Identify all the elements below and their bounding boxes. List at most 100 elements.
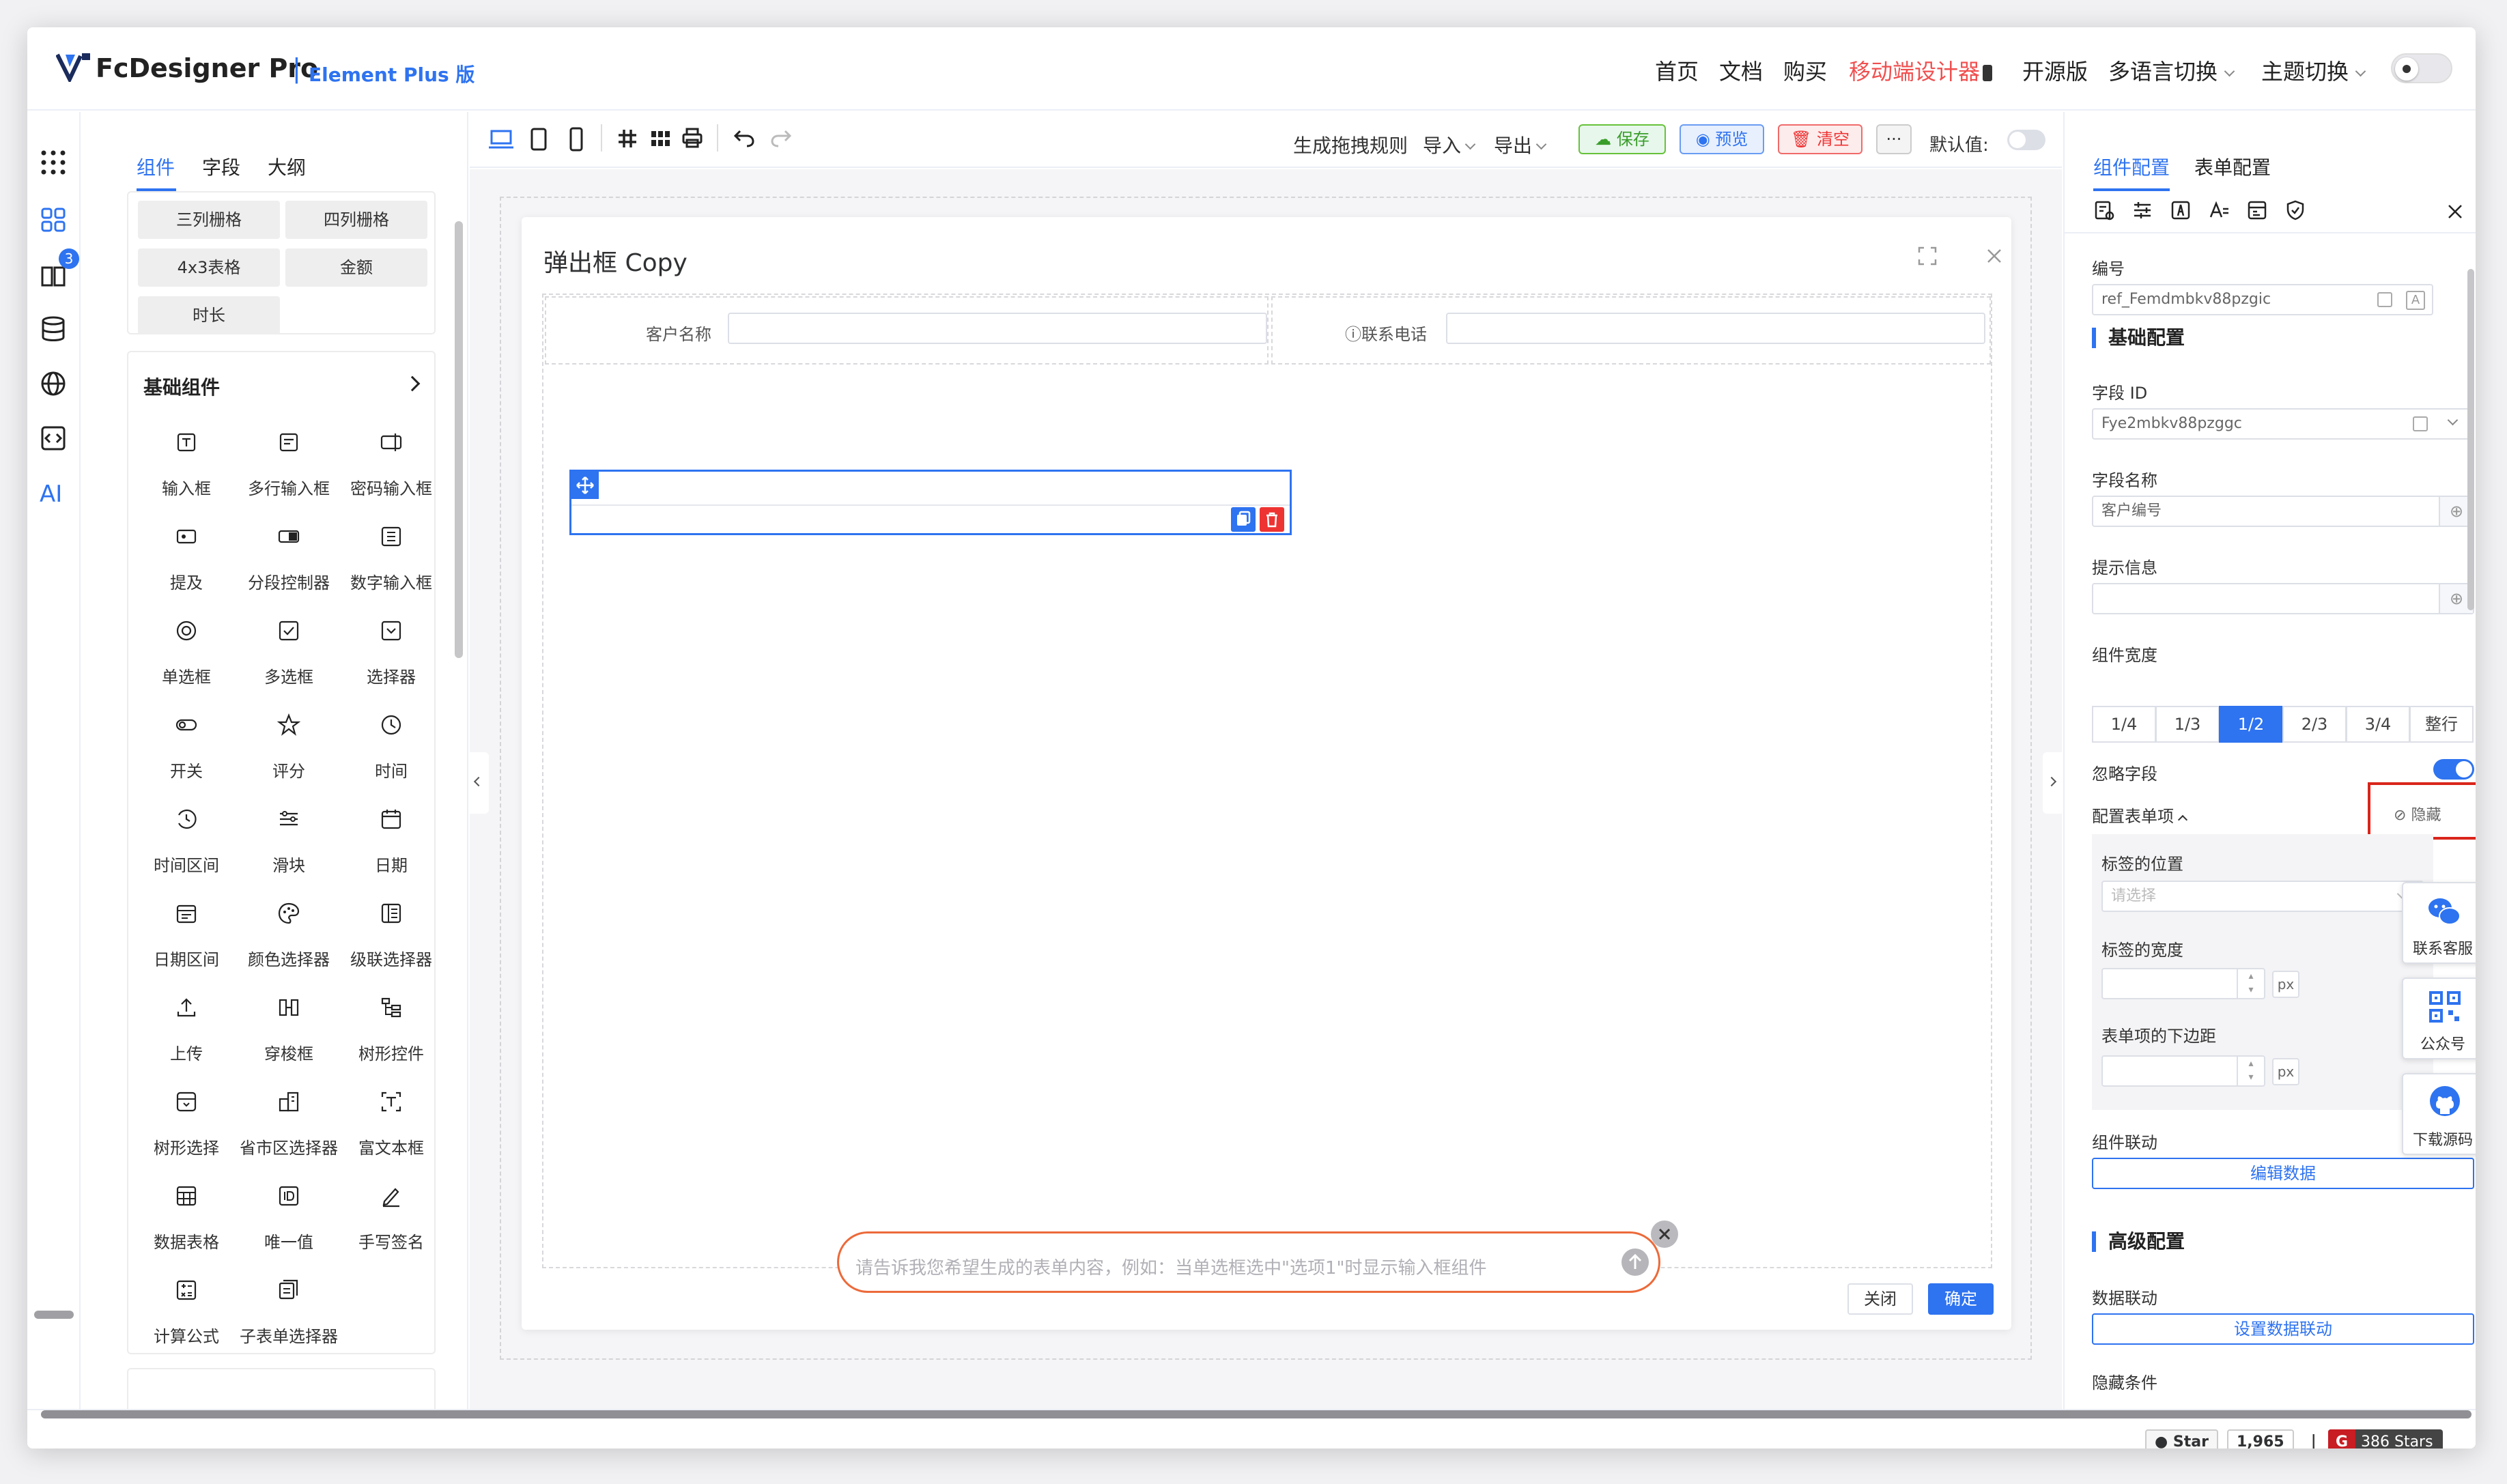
mobile-icon[interactable] [568,127,584,152]
nav-docs[interactable]: 文档 [1719,55,1763,86]
tab-components[interactable]: 组件 [137,153,175,180]
component-item[interactable]: 分段控制器 [238,512,340,602]
theme-toggle[interactable] [2391,53,2452,83]
nav-language[interactable]: 多语言切换 [2108,55,2235,86]
component-item[interactable]: 密码输入框 [340,418,442,508]
ignore-field-toggle[interactable] [2433,759,2474,780]
print-icon[interactable] [681,127,703,149]
nav-home[interactable]: 首页 [1655,55,1699,86]
tab-component-config[interactable]: 组件配置 [2093,153,2170,180]
nav-mobile-designer[interactable]: 移动端设计器 [1849,55,1993,86]
canvas-horizontal-scrollbar[interactable] [41,1410,2471,1418]
component-item[interactable]: 手写签名 [340,1171,442,1261]
component-item[interactable]: 数据表格 [135,1171,238,1261]
width-option[interactable]: 3/4 [2346,706,2410,743]
drag-handle[interactable] [571,472,599,499]
hide-option[interactable]: ⊘ 隐藏 [2394,803,2441,825]
width-option[interactable]: 2/3 [2282,706,2347,743]
left-scrollbar[interactable] [455,221,463,658]
copy-icon[interactable] [2377,292,2392,307]
label-position-select[interactable]: 请选择 [2101,881,2424,912]
component-item[interactable]: 提及 [135,512,238,602]
component-item[interactable]: 时间 [340,700,442,790]
config-form-item-label[interactable]: 配置表单项 [2092,803,2188,827]
globe-icon[interactable] [40,370,67,397]
generate-rule-button[interactable]: 生成拖拽规则 [1293,131,1408,158]
label-width-input[interactable]: ▴ ▾ [2101,968,2265,999]
import-button[interactable]: 导入 [1423,131,1476,158]
component-item[interactable]: 单选框 [135,606,238,696]
component-item[interactable]: 多行输入框 [238,418,340,508]
stepper-icon[interactable]: ▴ ▾ [2237,969,2264,998]
component-item[interactable]: 树形控件 [340,983,442,1073]
component-item[interactable]: 评分 [238,700,340,790]
component-item[interactable]: 颜色选择器 [238,889,340,979]
margin-input[interactable]: ▴ ▾ [2101,1055,2265,1087]
width-option[interactable]: 1/2 [2219,706,2283,743]
form-item-customer-name[interactable]: 客户名称 [545,296,1269,365]
official-account-card[interactable]: 公众号 [2402,978,2476,1059]
selected-field[interactable] [569,470,1292,535]
text-icon[interactable]: A [2406,291,2425,310]
preview-button[interactable]: ◉ 预览 [1680,124,1764,154]
customer-name-input[interactable] [728,313,1267,344]
component-item[interactable]: 上传 [135,983,238,1073]
close-panel-icon[interactable] [2447,203,2463,220]
component-item[interactable]: 唯一值 [238,1171,340,1261]
ai-button[interactable]: AI [40,481,62,508]
component-item[interactable]: 穿梭框 [238,983,340,1073]
width-option[interactable]: 整行 [2409,706,2474,743]
close-icon[interactable] [1985,247,2003,265]
contact-support-card[interactable]: 联系客服 [2402,882,2476,964]
clear-button[interactable]: 🗑 清空 [1778,124,1862,154]
dialog-close-button[interactable]: 关闭 [1847,1283,1913,1315]
field-id-input[interactable]: Fye2mbkv88pzggc [2092,408,2474,440]
component-item[interactable]: 省市区选择器 [238,1077,340,1167]
component-three-cols[interactable]: 三列栅格 [138,201,280,239]
nav-theme[interactable]: 主题切换 [2261,55,2366,86]
width-option[interactable]: 1/3 [2155,706,2220,743]
component-item[interactable]: 树形选择 [135,1077,238,1167]
form-item-phone[interactable]: ⓘ联系电话 [1271,296,1991,365]
gitee-stars-badge[interactable]: G 386 Stars [2328,1429,2443,1449]
component-four-cols[interactable]: 四列栅格 [285,201,427,239]
github-star-button[interactable]: ● Star [2145,1429,2218,1449]
component-item[interactable]: 输入框 [135,418,238,508]
tab-form-config[interactable]: 表单配置 [2194,153,2271,180]
tab-fields[interactable]: 字段 [202,153,240,180]
copy-icon[interactable] [2413,416,2428,431]
ai-prompt-input[interactable]: 请告诉我您希望生成的表单内容，例如：当单选框选中"选项1"时显示输入框组件 [855,1254,1486,1279]
chevron-down-icon[interactable] [2447,414,2459,426]
field-name-input[interactable]: 客户编号 ⊕ [2092,496,2474,527]
close-ai-icon[interactable] [1651,1221,1678,1248]
collapse-left-button[interactable] [470,752,489,814]
form-settings-icon[interactable] [2093,199,2115,221]
horizontal-scrollbar[interactable] [34,1311,74,1319]
component-item[interactable]: 子表单选择器 [238,1266,340,1356]
component-amount[interactable]: 金额 [285,248,427,287]
tab-outline[interactable]: 大纲 [268,153,306,180]
component-item[interactable]: 日期 [340,795,442,885]
nav-open-source[interactable]: 开源版 [2022,55,2088,86]
text-style-icon[interactable] [2208,199,2230,221]
component-item[interactable]: 多选框 [238,606,340,696]
nav-buy[interactable]: 购买 [1783,55,1827,86]
default-value-toggle[interactable] [2007,130,2045,150]
apps-grid-icon[interactable] [40,149,67,176]
component-item[interactable]: 滑块 [238,795,340,885]
edit-data-button[interactable]: 编辑数据 [2092,1158,2474,1189]
component-item[interactable]: 时间区间 [135,795,238,885]
right-scrollbar[interactable] [2467,269,2474,610]
ai-prompt-bar[interactable]: 请告诉我您希望生成的表单内容，例如：当单选框选中"选项1"时显示输入框组件 [837,1231,1660,1293]
width-option[interactable]: 1/4 [2092,706,2156,743]
ref-input[interactable]: ref_Femdmbkv88pzgic A [2092,284,2433,315]
sliders-icon[interactable] [2131,199,2153,221]
delete-icon[interactable] [1260,507,1284,532]
component-item[interactable]: 开关 [135,700,238,790]
stepper-icon[interactable]: ▴ ▾ [2237,1057,2264,1085]
grid-hash-icon[interactable] [617,128,638,149]
undo-icon[interactable] [733,128,755,147]
copy-icon[interactable] [1231,507,1256,532]
export-button[interactable]: 导出 [1494,131,1547,158]
set-data-link-button[interactable]: 设置数据联动 [2092,1313,2474,1345]
